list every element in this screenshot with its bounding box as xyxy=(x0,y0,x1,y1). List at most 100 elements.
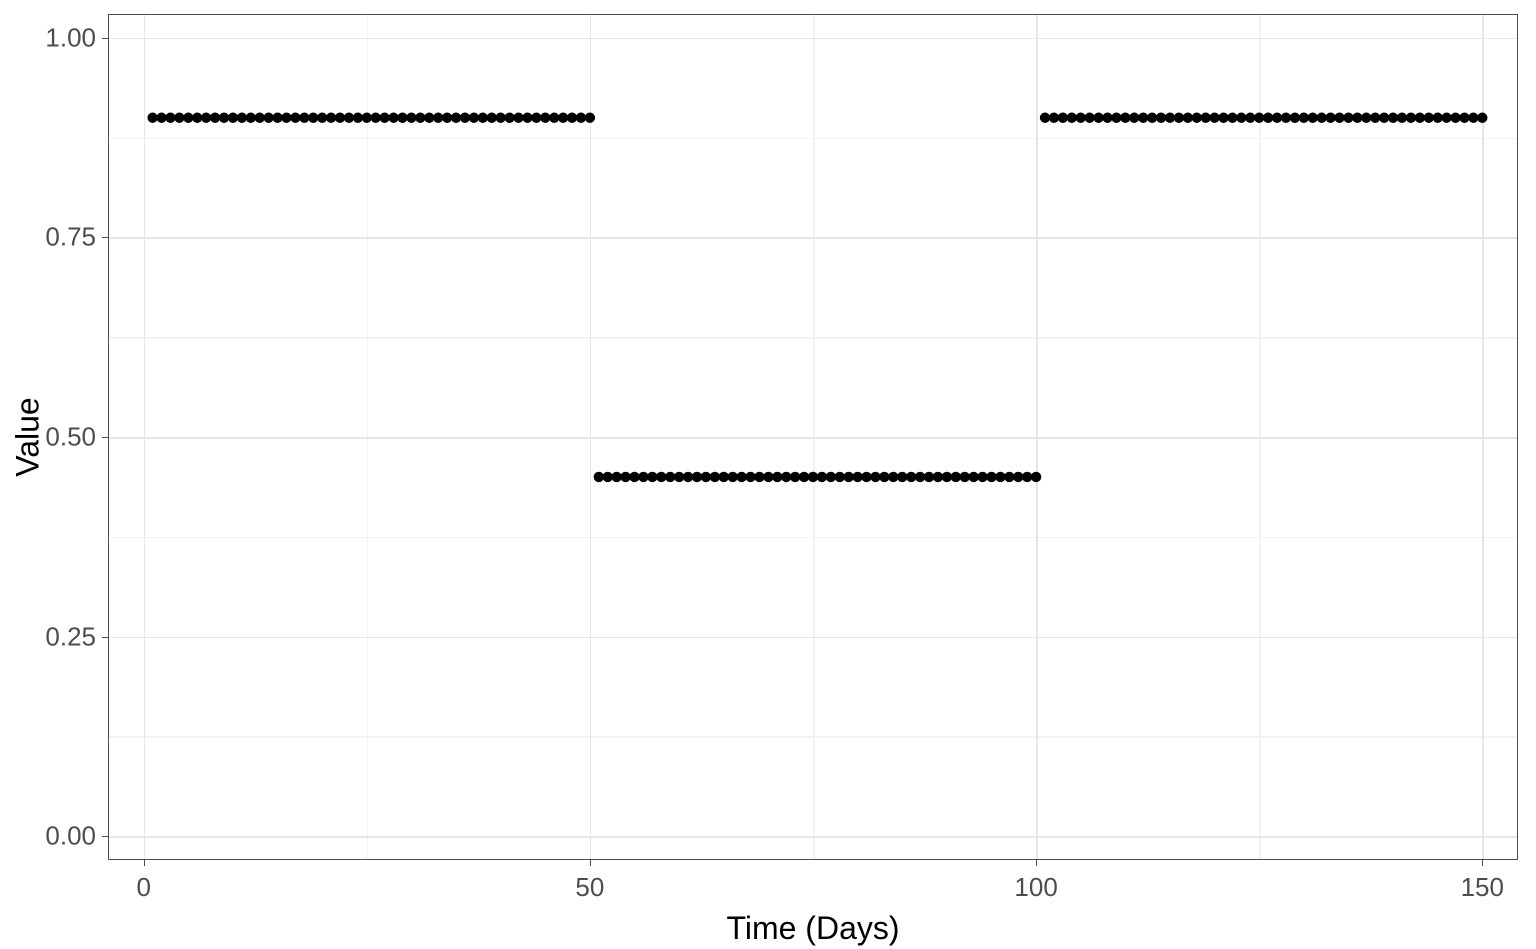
data-point xyxy=(1084,113,1094,123)
data-point xyxy=(665,472,675,482)
data-point xyxy=(888,472,898,482)
data-point xyxy=(228,113,238,123)
data-point xyxy=(299,113,309,123)
data-point xyxy=(513,113,523,123)
data-point xyxy=(522,113,532,123)
y-tick-label: 0.00 xyxy=(45,821,96,852)
data-point xyxy=(451,113,461,123)
data-point xyxy=(1263,113,1273,123)
data-point xyxy=(246,113,256,123)
data-point xyxy=(406,113,416,123)
data-point xyxy=(460,113,470,123)
data-point xyxy=(781,472,791,482)
data-point xyxy=(1138,113,1148,123)
data-point xyxy=(1459,113,1469,123)
data-point xyxy=(727,472,737,482)
data-point xyxy=(1272,113,1282,123)
data-point xyxy=(1308,113,1318,123)
data-point xyxy=(1022,472,1032,482)
data-point xyxy=(620,472,630,482)
data-point xyxy=(1058,113,1068,123)
data-point xyxy=(1254,113,1264,123)
y-tick-label: 0.25 xyxy=(45,621,96,652)
data-point xyxy=(1129,113,1139,123)
data-point xyxy=(255,113,265,123)
data-points xyxy=(108,14,1518,860)
data-point xyxy=(567,113,577,123)
data-point xyxy=(549,113,559,123)
data-point xyxy=(442,113,452,123)
data-point xyxy=(531,113,541,123)
data-point xyxy=(603,472,613,482)
y-tick-label: 0.50 xyxy=(45,422,96,453)
data-point xyxy=(1352,113,1362,123)
data-point xyxy=(594,472,604,482)
data-point xyxy=(558,113,568,123)
data-point xyxy=(1468,113,1478,123)
data-point xyxy=(1049,113,1059,123)
data-point xyxy=(870,472,880,482)
data-point xyxy=(272,113,282,123)
data-point xyxy=(1209,113,1219,123)
data-point xyxy=(647,472,657,482)
data-point xyxy=(1343,113,1353,123)
data-point xyxy=(1334,113,1344,123)
data-point xyxy=(504,113,514,123)
data-point xyxy=(576,113,586,123)
x-tick-label: 100 xyxy=(1014,872,1057,903)
data-point xyxy=(1361,113,1371,123)
data-point xyxy=(924,472,934,482)
data-point xyxy=(1031,472,1041,482)
data-point xyxy=(379,113,389,123)
data-point xyxy=(763,472,773,482)
data-point xyxy=(263,113,273,123)
data-point xyxy=(317,113,327,123)
data-point xyxy=(415,113,425,123)
data-point xyxy=(719,472,729,482)
data-point xyxy=(371,113,381,123)
data-point xyxy=(183,113,193,123)
y-tick-label: 0.75 xyxy=(45,222,96,253)
data-point xyxy=(790,472,800,482)
data-point xyxy=(1424,113,1434,123)
data-point xyxy=(201,113,211,123)
data-point xyxy=(1379,113,1389,123)
data-point xyxy=(1200,113,1210,123)
data-point xyxy=(1281,113,1291,123)
data-point xyxy=(326,113,336,123)
x-tick-mark xyxy=(590,860,591,866)
data-point xyxy=(986,472,996,482)
x-tick-mark xyxy=(144,860,145,866)
data-point xyxy=(1441,113,1451,123)
data-point xyxy=(308,113,318,123)
data-point xyxy=(710,472,720,482)
data-point xyxy=(1370,113,1380,123)
data-point xyxy=(995,472,1005,482)
data-point xyxy=(1245,113,1255,123)
data-point xyxy=(1120,113,1130,123)
data-point xyxy=(433,113,443,123)
data-point xyxy=(1316,113,1326,123)
data-point xyxy=(611,472,621,482)
data-point xyxy=(968,472,978,482)
data-point xyxy=(424,113,434,123)
x-tick-mark xyxy=(1036,860,1037,866)
x-tick-mark xyxy=(1482,860,1483,866)
data-point xyxy=(210,113,220,123)
data-point xyxy=(843,472,853,482)
data-point xyxy=(951,472,961,482)
chart-container: Value Time (Days) 0501001500.000.250.500… xyxy=(0,0,1536,949)
data-point xyxy=(1183,113,1193,123)
data-point xyxy=(290,113,300,123)
data-point xyxy=(1076,113,1086,123)
data-point xyxy=(942,472,952,482)
data-point xyxy=(344,113,354,123)
data-point xyxy=(1192,113,1202,123)
data-point xyxy=(879,472,889,482)
data-point xyxy=(933,472,943,482)
data-point xyxy=(1325,113,1335,123)
data-point xyxy=(487,113,497,123)
data-point xyxy=(852,472,862,482)
data-point xyxy=(799,472,809,482)
data-point xyxy=(960,472,970,482)
